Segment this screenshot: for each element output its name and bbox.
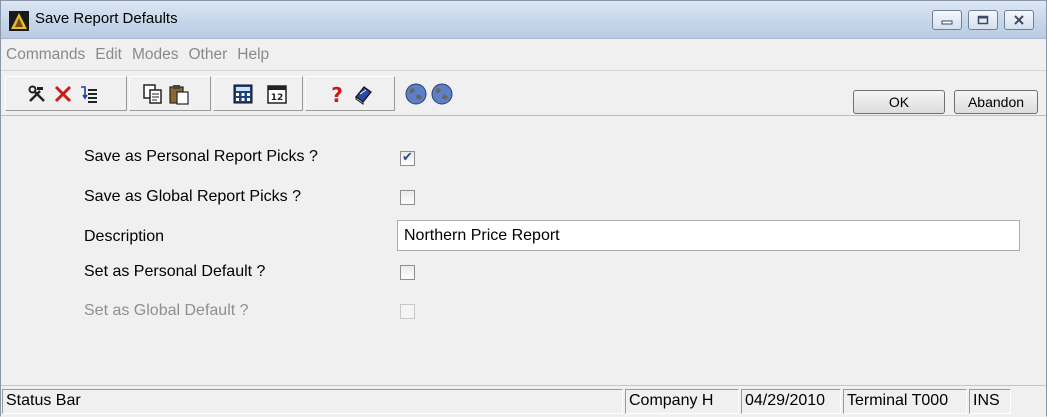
tools-button[interactable] [24, 81, 50, 107]
status-bar: Status Bar Company H 04/29/2010 Terminal… [1, 385, 1046, 417]
list-button[interactable] [76, 81, 102, 107]
status-mode: INS [969, 389, 1011, 414]
status-company: Company H [625, 389, 739, 414]
paste-icon [169, 84, 189, 105]
maximize-button[interactable] [968, 10, 998, 30]
globe-back-button[interactable] [403, 81, 429, 107]
status-date: 04/29/2010 [741, 389, 841, 414]
globe-icon [431, 83, 453, 105]
copy-icon [143, 83, 162, 104]
copy-button[interactable] [140, 81, 166, 107]
globe-icon [405, 83, 427, 105]
description-label: Description [84, 228, 165, 245]
global-default-label: Set as Global Default ? [84, 302, 249, 319]
red-x-icon [54, 85, 72, 102]
toolbar: 12 ? OK Abandon [1, 72, 1046, 116]
toolbar-group-help: ? [305, 76, 395, 111]
menu-commands[interactable]: Commands [5, 44, 86, 66]
toolbar-group-clipboard [129, 76, 211, 111]
minimize-button[interactable] [932, 10, 962, 30]
abandon-button[interactable]: Abandon [954, 90, 1038, 114]
dialog-window: Save Report Defaults Commands Edit Modes… [0, 0, 1047, 417]
save-global-checkbox[interactable] [400, 190, 415, 205]
menu-other[interactable]: Other [188, 44, 229, 66]
book-icon [355, 85, 372, 105]
globe-forward-button[interactable] [429, 81, 455, 107]
hammer-wrench-icon [28, 85, 45, 102]
paste-button[interactable] [166, 81, 192, 107]
svg-text:12: 12 [271, 93, 284, 103]
close-button[interactable] [1004, 10, 1034, 30]
save-personal-label: Save as Personal Report Picks ? [84, 148, 318, 165]
description-field[interactable] [397, 220, 1020, 251]
menu-help[interactable]: Help [236, 44, 270, 66]
global-default-checkbox [400, 304, 415, 319]
manual-button[interactable] [350, 81, 376, 107]
save-global-label: Save as Global Report Picks ? [84, 188, 301, 205]
calculator-icon [233, 84, 253, 103]
personal-default-checkbox[interactable] [400, 265, 415, 280]
toolbar-group-edit-tools [5, 76, 127, 111]
title-bar[interactable]: Save Report Defaults [1, 1, 1046, 39]
svg-text:?: ? [331, 83, 343, 105]
app-logo-icon [9, 11, 29, 31]
ok-button[interactable]: OK [853, 90, 945, 114]
menu-edit[interactable]: Edit [94, 44, 123, 66]
calendar-button[interactable]: 12 [264, 81, 290, 107]
menu-bar: Commands Edit Modes Other Help [1, 39, 1046, 71]
checkmark-icon: ✔ [402, 149, 413, 164]
delete-button[interactable] [50, 81, 76, 107]
close-icon [1014, 15, 1024, 25]
minimize-icon [941, 20, 953, 25]
window-controls [932, 10, 1034, 30]
question-mark-icon: ? [331, 83, 343, 105]
menu-modes[interactable]: Modes [131, 44, 180, 66]
status-text: Status Bar [2, 389, 623, 414]
toolbar-group-calc: 12 [213, 76, 303, 111]
save-personal-checkbox[interactable]: ✔ [400, 149, 415, 166]
calendar-icon: 12 [267, 84, 287, 104]
window-title: Save Report Defaults [35, 10, 178, 27]
personal-default-label: Set as Personal Default ? [84, 263, 266, 280]
maximize-icon [977, 15, 989, 25]
list-arrow-icon [81, 85, 97, 103]
calculator-button[interactable] [230, 81, 256, 107]
status-terminal: Terminal T000 [843, 389, 967, 414]
help-button[interactable]: ? [324, 81, 350, 107]
